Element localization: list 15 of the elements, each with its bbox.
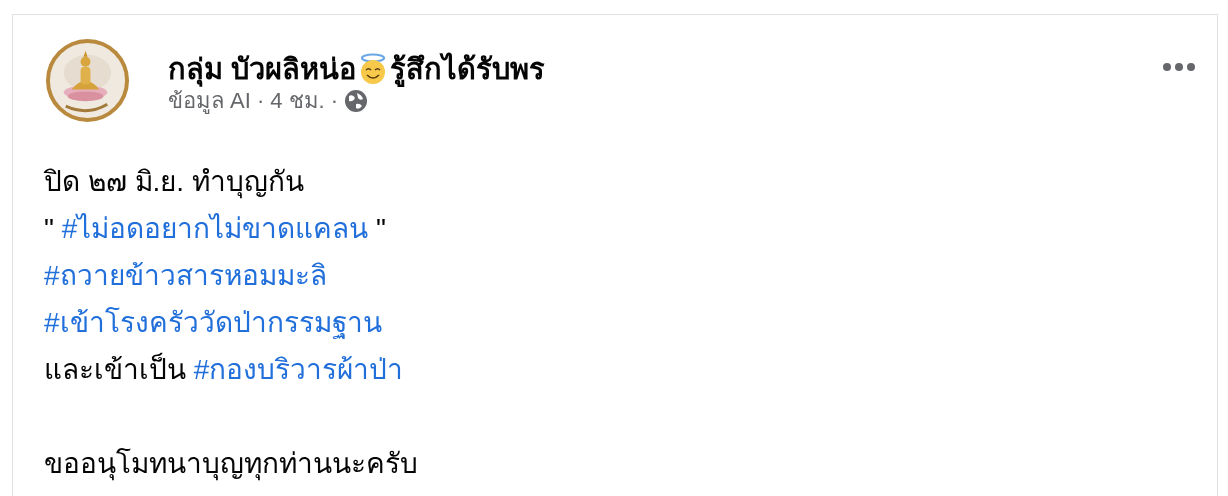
globe-icon (344, 89, 369, 113)
separator-dot: · (256, 87, 265, 115)
separator-dot: · (330, 87, 339, 115)
author-name[interactable]: กลุ่ม บัวผลิหน่อ (168, 51, 357, 87)
hashtag-link[interactable]: #เข้าโรงครัววัดป่ากรรมฐาน (44, 307, 382, 338)
post-text-line: ปิด ๒๗ มิ.ย. ทำบุญกัน (44, 165, 305, 201)
source-label: ข้อมูล AI (168, 87, 251, 115)
hashtag-link[interactable]: #ไม่อดอยากไม่ขาดแคลน (61, 213, 369, 244)
post-text-line: " #ไม่อดอยากไม่ขาดแคลน " (44, 212, 387, 246)
feeling-text: รู้สึกได้รับพร (390, 51, 546, 87)
post-text-line: และเข้าเป็น #กองบริวารผ้าป่า (44, 351, 405, 387)
hashtag-link[interactable]: #ถวายข้าวสารหอมมะลิ (44, 260, 327, 291)
post-text-line: ขออนุโมทนาบุญทุกท่านนะครับ (44, 447, 419, 483)
post-time[interactable]: 4 ชม. (270, 87, 325, 115)
hashtag-link[interactable]: #กองบริวารผ้าป่า (193, 354, 404, 385)
